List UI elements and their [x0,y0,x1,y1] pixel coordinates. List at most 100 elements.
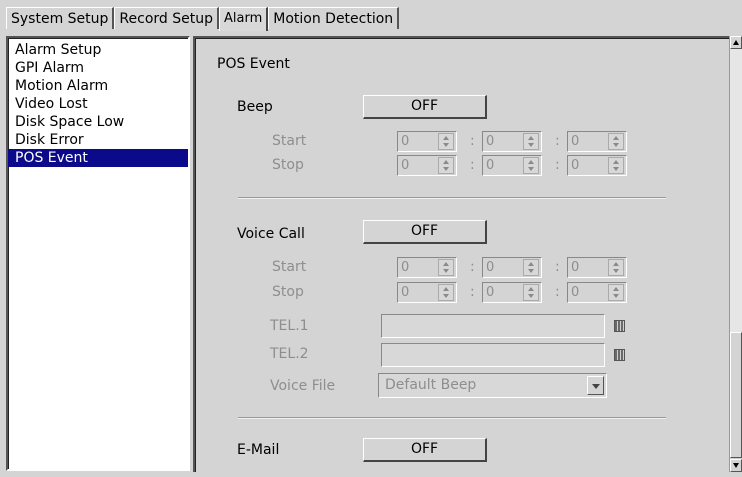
voice-stop-hour-spinner[interactable]: 0 [397,282,457,303]
voice-file-dropdown[interactable]: Default Beep [378,373,607,398]
spin-down-icon [613,269,619,273]
spin-up-icon [443,262,449,266]
spin-up-icon [528,287,534,291]
list-item-alarm-setup[interactable]: Alarm Setup [8,41,188,59]
keypad-icon[interactable] [614,349,625,361]
tel2-label: TEL.2 [270,346,309,362]
time-separator: : [555,157,560,173]
keypad-icon[interactable] [614,320,625,332]
spin-buttons[interactable] [523,133,539,150]
voice-call-toggle-button[interactable]: OFF [363,220,487,244]
section-divider [238,197,666,199]
beep-start-second-spinner[interactable]: 0 [567,131,627,152]
scroll-thumb[interactable] [730,332,742,458]
spin-buttons[interactable] [438,284,454,301]
spin-down-icon [613,143,619,147]
time-separator: : [470,157,475,173]
beep-stop-hour-spinner[interactable]: 0 [397,155,457,176]
spin-down-icon [443,294,449,298]
spin-down-icon [443,167,449,171]
time-separator: : [555,133,560,149]
tab-system-setup[interactable]: System Setup [6,7,115,29]
scroll-up-button[interactable] [730,36,742,49]
vertical-scrollbar[interactable] [729,36,742,472]
spin-up-icon [443,136,449,140]
scroll-down-button[interactable] [730,459,742,472]
page-title: POS Event [217,56,290,72]
dropdown-button[interactable] [587,376,604,395]
spin-down-icon [613,167,619,171]
list-item-disk-error[interactable]: Disk Error [8,131,188,149]
beep-stop-second-spinner[interactable]: 0 [567,155,627,176]
time-separator: : [555,284,560,300]
spinner-value: 0 [401,158,410,173]
spin-down-icon [613,294,619,298]
list-item-video-lost[interactable]: Video Lost [8,95,188,113]
spin-up-icon [613,160,619,164]
spin-buttons[interactable] [523,157,539,174]
spin-up-icon [443,287,449,291]
spin-up-icon [613,287,619,291]
tel2-input[interactable] [381,343,605,367]
spin-down-icon [528,143,534,147]
tab-bar: System Setup Record Setup Alarm Motion D… [6,7,400,31]
arrow-down-icon [733,463,739,468]
voice-call-stop-label: Stop [272,284,304,300]
time-separator: : [470,259,475,275]
spinner-value: 0 [486,260,495,275]
beep-stop-label: Stop [272,157,304,173]
time-separator: : [555,259,560,275]
spinner-value: 0 [571,260,580,275]
spin-up-icon [443,160,449,164]
beep-start-hour-spinner[interactable]: 0 [397,131,457,152]
beep-label: Beep [237,99,273,115]
voice-file-value: Default Beep [385,377,477,393]
tab-record-setup[interactable]: Record Setup [114,7,219,29]
spin-buttons[interactable] [608,284,624,301]
spinner-value: 0 [571,134,580,149]
arrow-up-icon [733,40,739,45]
spinner-value: 0 [401,134,410,149]
spin-buttons[interactable] [438,259,454,276]
spinner-value: 0 [486,134,495,149]
spinner-value: 0 [486,285,495,300]
voice-start-second-spinner[interactable]: 0 [567,257,627,278]
voice-start-minute-spinner[interactable]: 0 [482,257,542,278]
voice-stop-second-spinner[interactable]: 0 [567,282,627,303]
tel1-input[interactable] [381,314,605,338]
beep-toggle-button[interactable]: OFF [363,95,487,119]
list-item-pos-event[interactable]: POS Event [8,149,188,167]
beep-start-minute-spinner[interactable]: 0 [482,131,542,152]
spin-buttons[interactable] [438,157,454,174]
spin-buttons[interactable] [608,133,624,150]
spinner-value: 0 [571,158,580,173]
spin-buttons[interactable] [608,259,624,276]
alarm-category-list[interactable]: Alarm Setup GPI Alarm Motion Alarm Video… [6,36,190,471]
chevron-down-icon [592,384,600,389]
tab-motion-detection[interactable]: Motion Detection [268,7,400,29]
list-item-motion-alarm[interactable]: Motion Alarm [8,77,188,95]
tel1-label: TEL.1 [270,318,309,334]
voice-file-label: Voice File [270,378,336,394]
voice-stop-minute-spinner[interactable]: 0 [482,282,542,303]
spin-down-icon [443,269,449,273]
spin-buttons[interactable] [523,259,539,276]
spin-buttons[interactable] [438,133,454,150]
email-label: E-Mail [237,442,280,458]
spinner-value: 0 [401,285,410,300]
spin-down-icon [528,294,534,298]
spinner-value: 0 [486,158,495,173]
section-divider [238,417,666,419]
email-toggle-button[interactable]: OFF [363,438,487,462]
tab-alarm[interactable]: Alarm [218,7,269,31]
spin-buttons[interactable] [523,284,539,301]
voice-call-label: Voice Call [237,226,305,242]
beep-stop-minute-spinner[interactable]: 0 [482,155,542,176]
list-item-gpi-alarm[interactable]: GPI Alarm [8,59,188,77]
voice-start-hour-spinner[interactable]: 0 [397,257,457,278]
spin-buttons[interactable] [608,157,624,174]
scroll-track[interactable] [730,49,742,332]
time-separator: : [470,284,475,300]
list-item-disk-space-low[interactable]: Disk Space Low [8,113,188,131]
spinner-value: 0 [401,260,410,275]
